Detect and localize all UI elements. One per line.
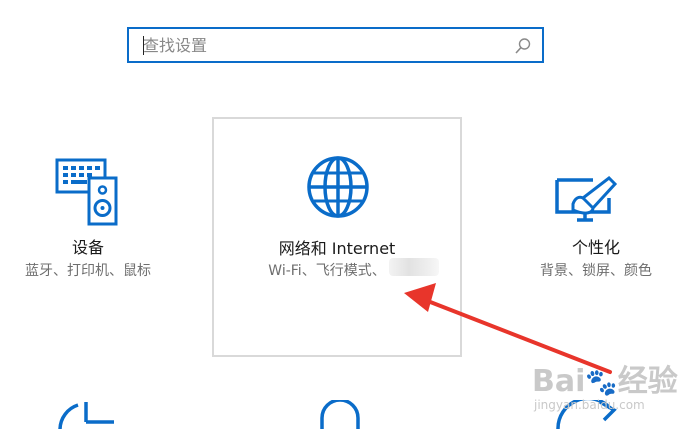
annotation-arrow	[404, 283, 612, 374]
